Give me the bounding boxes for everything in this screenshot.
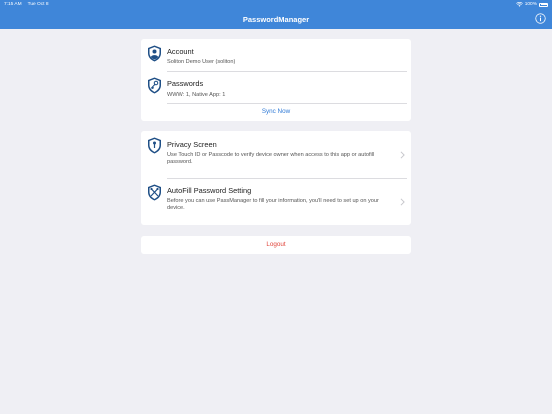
- account-subtitle: Soliton Demo User (soliton): [167, 59, 236, 65]
- privacy-screen-subtitle: Use Touch ID or Passcode to verify devic…: [167, 152, 375, 165]
- nav-title: PasswordManager: [242, 14, 310, 24]
- autofill-setting-row[interactable]: AutoFill Password Setting Before you can…: [141, 178, 411, 225]
- account-card: Account Soliton Demo User (soliton) Pass…: [141, 39, 411, 121]
- wifi-icon: [515, 2, 523, 7]
- autofill-setting-title: AutoFill Password Setting: [167, 186, 252, 195]
- user-shield-icon: [148, 45, 161, 62]
- chevron-right-icon: [400, 151, 405, 159]
- settings-card: Privacy Screen Use Touch ID or Passcode …: [141, 131, 411, 225]
- nav-bar: PasswordManager: [0, 9, 552, 29]
- autofill-setting-subtitle: Before you can use PassManager to fill y…: [167, 198, 379, 211]
- privacy-screen-title: Privacy Screen: [167, 140, 217, 149]
- privacy-screen-row[interactable]: Privacy Screen Use Touch ID or Passcode …: [141, 131, 411, 178]
- info-icon[interactable]: [535, 13, 546, 24]
- status-right: 100%: [515, 2, 548, 7]
- passwords-row: Passwords WWW: 1, Native App: 1: [141, 72, 411, 103]
- chevron-right-icon: [400, 198, 405, 206]
- tools-shield-icon: [148, 184, 161, 201]
- logout-button[interactable]: Logout: [141, 241, 411, 248]
- key-shield-icon: [148, 77, 161, 94]
- divider: [167, 103, 407, 104]
- battery-percent: 100%: [524, 2, 537, 7]
- passwords-title: Passwords: [167, 79, 204, 88]
- account-title: Account: [167, 47, 194, 56]
- account-row: Account Soliton Demo User (soliton): [141, 39, 411, 72]
- logout-card: Logout: [141, 236, 411, 254]
- status-bar: 7:15 AM Tue Oct 8 100%: [0, 0, 552, 9]
- passwords-subtitle: WWW: 1, Native App: 1: [167, 92, 226, 98]
- sync-now-button[interactable]: Sync Now: [141, 108, 411, 115]
- battery-icon: [539, 2, 548, 7]
- keyhole-shield-icon: [148, 137, 161, 154]
- status-date: Tue Oct 8: [27, 2, 49, 7]
- status-time: 7:15 AM: [4, 2, 22, 7]
